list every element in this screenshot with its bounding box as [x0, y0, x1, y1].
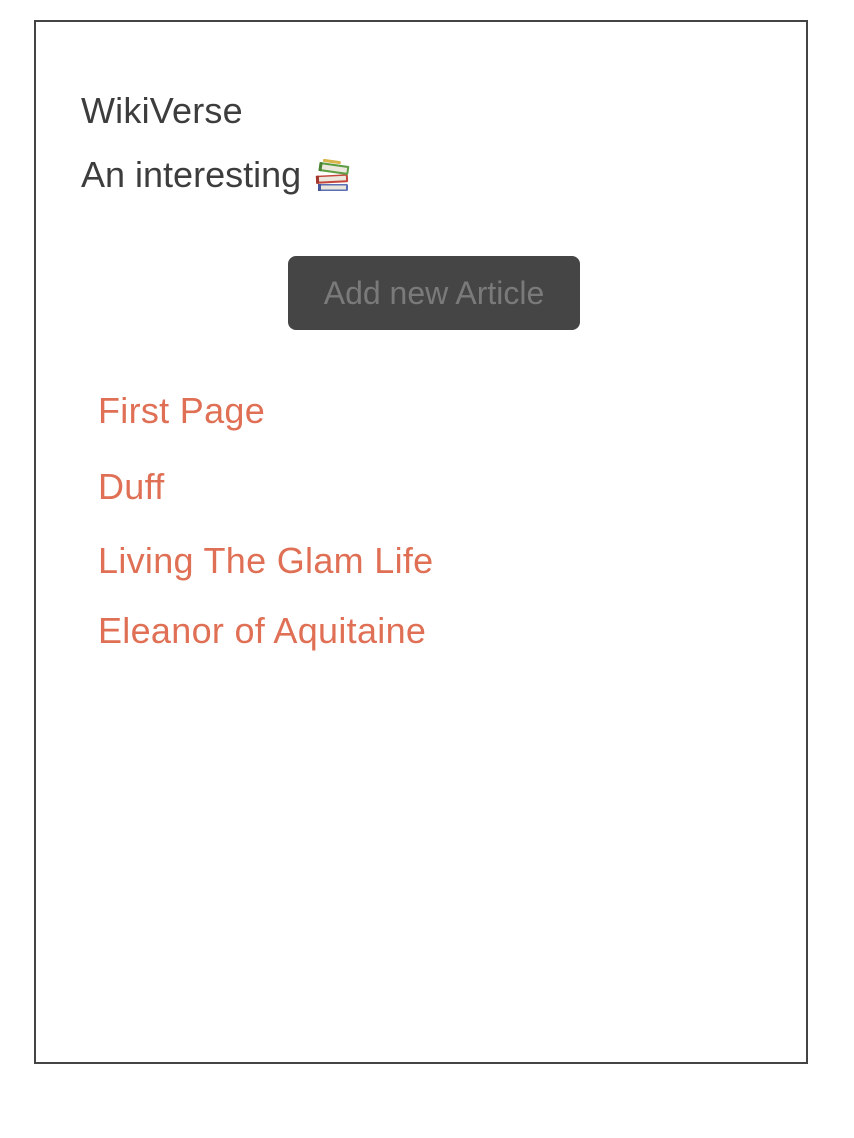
books-icon	[313, 155, 353, 195]
list-item: Eleanor of Aquitaine	[98, 610, 426, 652]
add-new-article-button[interactable]: Add new Article	[288, 256, 580, 330]
article-link-duff[interactable]: Duff	[98, 466, 165, 508]
list-item: First Page	[98, 390, 265, 432]
tagline: An interesting	[81, 154, 353, 196]
list-item: Living The Glam Life	[98, 540, 434, 582]
list-item: Duff	[98, 466, 165, 508]
article-link-eleanor-of-aquitaine[interactable]: Eleanor of Aquitaine	[98, 610, 426, 652]
article-link-living-the-glam-life[interactable]: Living The Glam Life	[98, 540, 434, 582]
app-title: WikiVerse	[81, 90, 243, 131]
tagline-text: An interesting	[81, 154, 302, 195]
article-link-first-page[interactable]: First Page	[98, 390, 265, 432]
main-panel: WikiVerse An interesting Add new Article…	[34, 20, 808, 1064]
